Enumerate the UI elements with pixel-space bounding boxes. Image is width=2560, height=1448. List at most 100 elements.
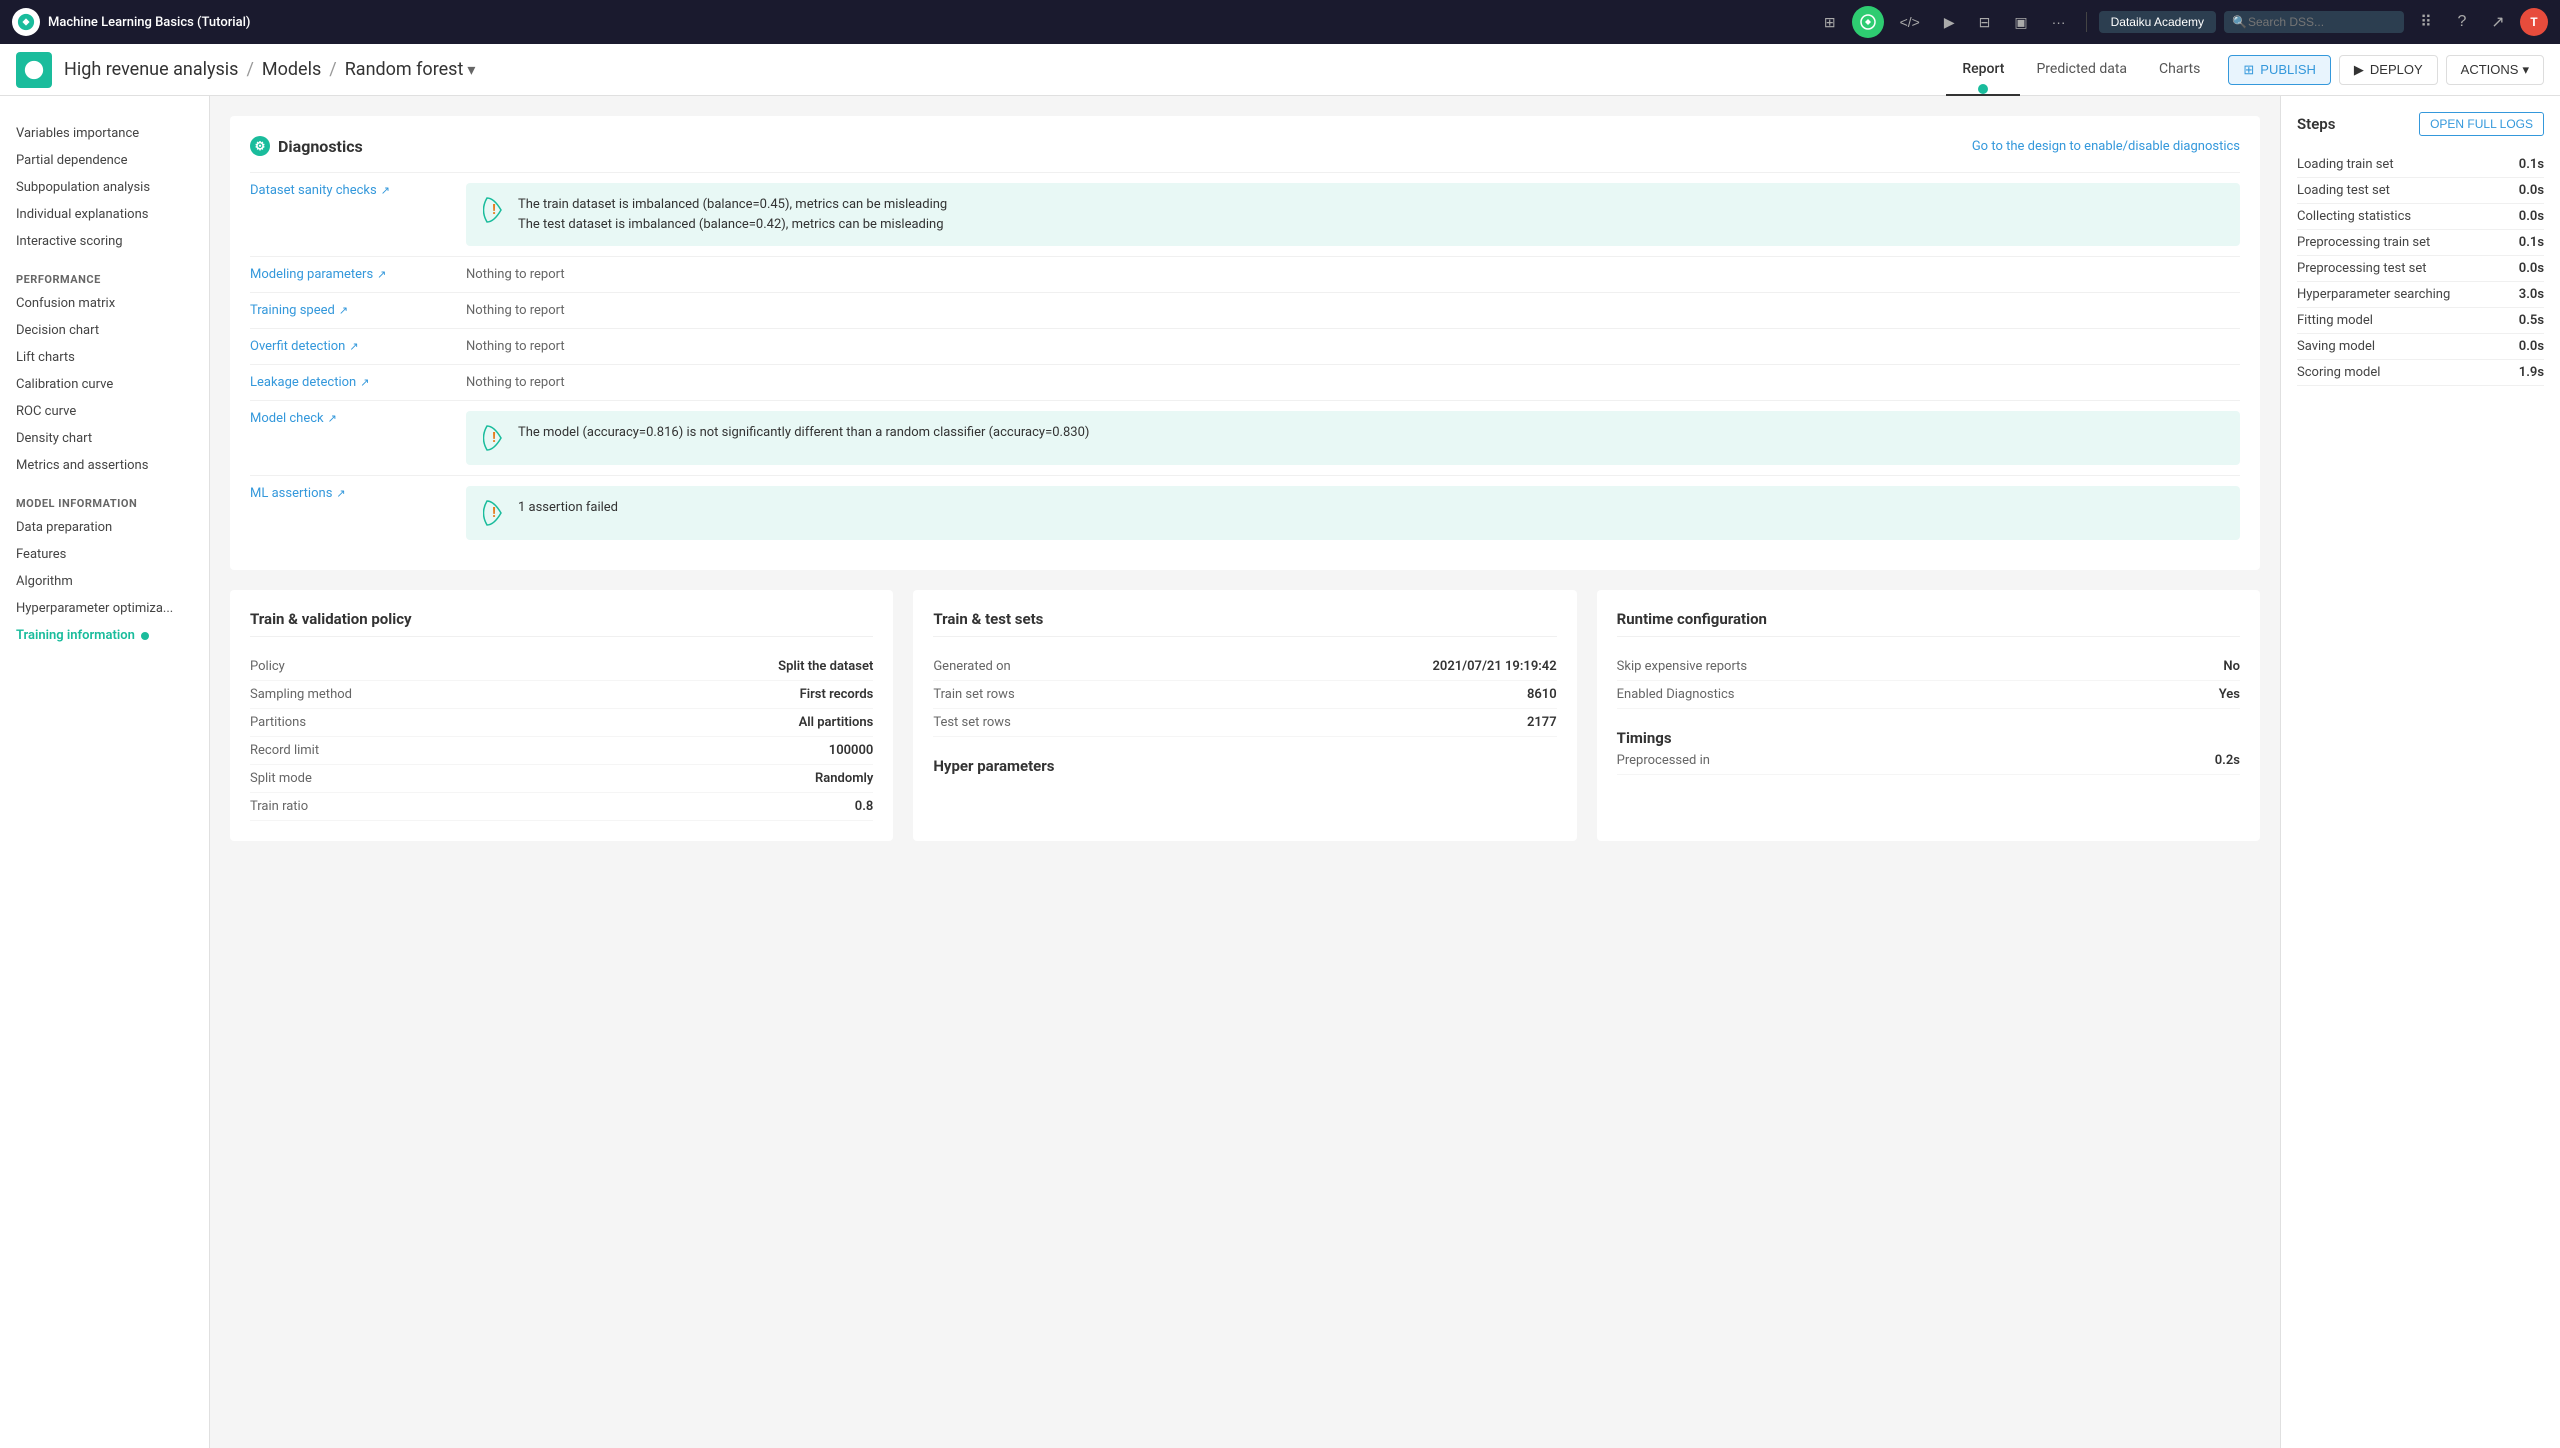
step-row-hyperparameter-searching: Hyperparameter searching 3.0s: [2297, 282, 2544, 308]
diag-row-leakage: Leakage detection ↗ Nothing to report: [250, 364, 2240, 400]
sidebar-item-lift-charts[interactable]: Lift charts: [0, 344, 209, 371]
sidebar-item-metrics-assertions[interactable]: Metrics and assertions: [0, 452, 209, 479]
diag-nothing-training-speed: Nothing to report: [466, 303, 565, 318]
step-row-loading-test: Loading test set 0.0s: [2297, 178, 2544, 204]
diagnostics-section: ⚙ Diagnostics Go to the design to enable…: [230, 116, 2260, 570]
topbar: Machine Learning Basics (Tutorial) ⊞ </>…: [0, 0, 2560, 44]
diag-label-model-check[interactable]: Model check ↗: [250, 411, 450, 426]
info-row-record-limit: Record limit 100000: [250, 737, 873, 765]
info-key-skip-reports: Skip expensive reports: [1617, 659, 1748, 674]
sidebar-item-calibration-curve[interactable]: Calibration curve: [0, 371, 209, 398]
external-link-icon-overfit: ↗: [349, 340, 358, 353]
diag-row-dataset-sanity: Dataset sanity checks ↗ ! The train data…: [250, 172, 2240, 256]
breadcrumb-dropdown-btn[interactable]: ▾: [467, 60, 475, 80]
dashboard-btn[interactable]: ▣: [2006, 10, 2035, 35]
info-key-sampling: Sampling method: [250, 687, 352, 702]
diag-label-modeling-params[interactable]: Modeling parameters ↗: [250, 267, 450, 282]
info-val-enabled-diagnostics: Yes: [2219, 687, 2240, 702]
sidebar-item-individual-explanations[interactable]: Individual explanations: [0, 201, 209, 228]
breadcrumb-sep-1: /: [246, 59, 253, 80]
diag-label-overfit[interactable]: Overfit detection ↗: [250, 339, 450, 354]
breadcrumb-model[interactable]: Random forest: [345, 59, 464, 80]
more-btn[interactable]: ···: [2044, 10, 2074, 34]
step-row-preprocessing-test: Preprocessing test set 0.0s: [2297, 256, 2544, 282]
sidebar-label-roc-curve: ROC curve: [16, 404, 76, 419]
step-time-preprocessing-train: 0.1s: [2519, 235, 2544, 250]
sidebar-label-calibration-curve: Calibration curve: [16, 377, 113, 392]
info-row-enabled-diagnostics: Enabled Diagnostics Yes: [1617, 681, 2240, 709]
diag-label-ml-assertions[interactable]: ML assertions ↗: [250, 486, 450, 501]
sidebar-item-roc-curve[interactable]: ROC curve: [0, 398, 209, 425]
sidebar-section-title-performance: PERFORMANCE: [0, 267, 209, 290]
sidebar-label-subpopulation-analysis: Subpopulation analysis: [16, 180, 150, 195]
play-btn[interactable]: ▶: [1936, 10, 1963, 35]
sidebar-item-hyperparameter[interactable]: Hyperparameter optimiza...: [0, 595, 209, 622]
sidebar-item-subpopulation-analysis[interactable]: Subpopulation analysis: [0, 174, 209, 201]
diag-label-leakage[interactable]: Leakage detection ↗: [250, 375, 450, 390]
sidebar-label-data-preparation: Data preparation: [16, 520, 112, 535]
breadcrumb-project[interactable]: High revenue analysis: [64, 59, 238, 80]
diagnostics-header: ⚙ Diagnostics Go to the design to enable…: [250, 136, 2240, 156]
nav-tab-charts[interactable]: Charts: [2143, 44, 2216, 96]
diag-nothing-leakage: Nothing to report: [466, 375, 565, 390]
step-name-scoring-model: Scoring model: [2297, 365, 2380, 380]
sidebar-item-algorithm[interactable]: Algorithm: [0, 568, 209, 595]
sidebar-item-data-preparation[interactable]: Data preparation: [0, 514, 209, 541]
sidebar-label-variables-importance: Variables importance: [16, 126, 139, 141]
breadcrumb-models[interactable]: Models: [262, 59, 321, 80]
sidebar-item-interactive-scoring[interactable]: Interactive scoring: [0, 228, 209, 255]
publish-button[interactable]: ⊞ PUBLISH: [2228, 55, 2331, 85]
breadcrumb-nav: Report Predicted data Charts: [1946, 44, 2216, 96]
help-icon-btn[interactable]: ?: [2448, 8, 2476, 36]
sidebar-item-confusion-matrix[interactable]: Confusion matrix: [0, 290, 209, 317]
info-val-split-mode: Randomly: [815, 771, 873, 786]
external-link-icon-dataset: ↗: [381, 184, 390, 197]
grid-icon-btn[interactable]: ⠿: [2412, 8, 2440, 36]
step-time-collecting-stats: 0.0s: [2519, 209, 2544, 224]
diag-label-training-speed[interactable]: Training speed ↗: [250, 303, 450, 318]
open-logs-button[interactable]: OPEN FULL LOGS: [2419, 112, 2544, 136]
step-time-loading-test: 0.0s: [2519, 183, 2544, 198]
flow-btn[interactable]: ⊞: [1816, 10, 1844, 35]
svg-text:!: !: [492, 202, 496, 218]
avatar: T: [2520, 8, 2548, 36]
external-link-icon-ml-assertions: ↗: [336, 487, 345, 500]
deploy-play-icon: ▶: [2354, 62, 2364, 78]
sidebar-label-algorithm: Algorithm: [16, 574, 73, 589]
step-row-fitting-model: Fitting model 0.5s: [2297, 308, 2544, 334]
sidebar: Variables importance Partial dependence …: [0, 96, 210, 1448]
search-input[interactable]: [2224, 11, 2404, 33]
academy-btn[interactable]: Dataiku Academy: [2099, 11, 2216, 33]
warning-shape-icon-model: !: [482, 423, 506, 453]
sidebar-item-partial-dependence[interactable]: Partial dependence: [0, 147, 209, 174]
sidebar-item-features[interactable]: Features: [0, 541, 209, 568]
publish-icon: ⊞: [2243, 62, 2254, 78]
info-row-train-ratio: Train ratio 0.8: [250, 793, 873, 821]
diag-label-training-speed-text: Training speed: [250, 303, 335, 318]
nav-tab-predicted-data[interactable]: Predicted data: [2020, 44, 2143, 96]
diag-warning-text-ml-assertions: 1 assertion failed: [518, 498, 618, 518]
info-key-preprocessed-in: Preprocessed in: [1617, 753, 1710, 768]
sidebar-item-variables-importance[interactable]: Variables importance: [0, 120, 209, 147]
steps-title: Steps: [2297, 115, 2335, 133]
sidebar-item-density-chart[interactable]: Density chart: [0, 425, 209, 452]
diag-label-dataset-sanity[interactable]: Dataset sanity checks ↗: [250, 183, 450, 198]
diag-warning-text-model-check: The model (accuracy=0.816) is not signif…: [518, 423, 1089, 443]
app-title: Machine Learning Basics (Tutorial): [48, 15, 1808, 30]
info-key-split-mode: Split mode: [250, 771, 312, 786]
code-btn[interactable]: </>: [1892, 10, 1928, 34]
diagnostics-link[interactable]: Go to the design to enable/disable diagn…: [1972, 139, 2240, 154]
sidebar-label-metrics-assertions: Metrics and assertions: [16, 458, 148, 473]
green-icon-btn[interactable]: [1852, 6, 1884, 38]
info-key-train-ratio: Train ratio: [250, 799, 308, 814]
diag-content-modeling-params: Nothing to report: [466, 267, 2240, 282]
diag-content-ml-assertions: ! 1 assertion failed: [466, 486, 2240, 540]
trending-icon-btn[interactable]: ↗: [2484, 8, 2512, 36]
sidebar-item-decision-chart[interactable]: Decision chart: [0, 317, 209, 344]
diag-row-overfit: Overfit detection ↗ Nothing to report: [250, 328, 2240, 364]
actions-button[interactable]: ACTIONS ▾: [2446, 55, 2544, 85]
print-btn[interactable]: ⊟: [1971, 10, 1999, 35]
diag-nothing-overfit: Nothing to report: [466, 339, 565, 354]
deploy-button[interactable]: ▶ DEPLOY: [2339, 55, 2438, 85]
sidebar-item-training-information[interactable]: Training information: [0, 622, 209, 649]
